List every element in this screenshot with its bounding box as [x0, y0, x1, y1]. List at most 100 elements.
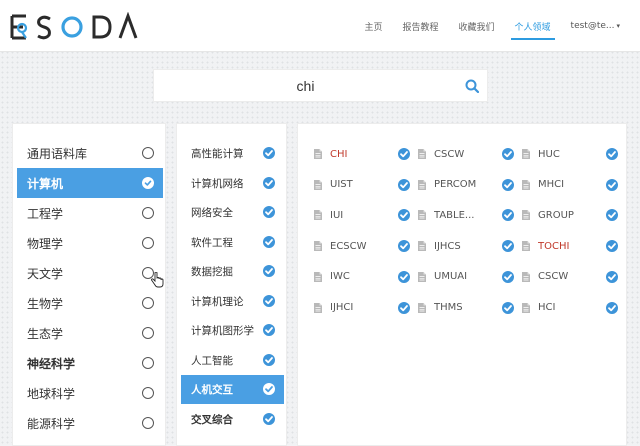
check-circle-icon[interactable] — [263, 294, 275, 307]
field-item[interactable]: 计算机 — [17, 168, 163, 198]
venue-item[interactable]: CHI — [314, 144, 410, 164]
venue-item[interactable]: MHCI — [522, 175, 618, 195]
check-circle-icon[interactable] — [398, 270, 410, 283]
venue-item[interactable]: IWC — [314, 267, 410, 287]
nav-personal-field[interactable]: 个人领域 — [505, 0, 561, 52]
venue-name: TOCHI — [538, 240, 570, 252]
radio-icon[interactable] — [142, 417, 154, 429]
field-item-label: 生态学 — [27, 326, 64, 341]
check-circle-icon[interactable] — [263, 412, 275, 425]
venue-name: PERCOM — [434, 179, 477, 191]
venue-item[interactable]: ECSCW — [314, 236, 410, 256]
field-item[interactable]: 神经科学 — [17, 348, 163, 378]
venue-name: HUC — [538, 148, 560, 160]
check-circle-icon[interactable] — [398, 240, 410, 253]
check-circle-icon[interactable] — [606, 240, 618, 253]
venue-name: IUI — [330, 209, 344, 221]
check-circle-icon[interactable] — [502, 209, 514, 222]
venue-item[interactable]: IJHCI — [314, 298, 410, 318]
radio-icon[interactable] — [142, 297, 154, 309]
check-circle-icon[interactable] — [502, 148, 514, 160]
subfield-item-label: 计算机图形学 — [191, 325, 254, 337]
check-circle-icon[interactable] — [263, 206, 275, 218]
check-circle-icon[interactable] — [502, 240, 514, 253]
check-circle-icon[interactable] — [606, 209, 618, 222]
venue-item[interactable]: THMS — [418, 298, 514, 318]
check-circle-icon[interactable] — [606, 270, 618, 283]
check-circle-icon[interactable] — [502, 178, 514, 191]
subfield-item[interactable]: 人工智能 — [181, 346, 284, 375]
search-bar[interactable]: chi — [153, 69, 488, 102]
subfield-item-label: 计算机网络 — [191, 177, 244, 190]
check-circle-icon[interactable] — [263, 383, 275, 395]
search-icon[interactable] — [457, 70, 487, 101]
check-circle-icon[interactable] — [263, 176, 275, 189]
check-circle-icon[interactable] — [263, 235, 275, 248]
field-item[interactable]: 物理学 — [17, 228, 163, 258]
nav-home[interactable]: 主页 — [354, 0, 392, 52]
search-input[interactable]: chi — [154, 78, 457, 94]
check-circle-icon[interactable] — [502, 301, 514, 314]
nav-tutorial[interactable]: 报告教程 — [393, 0, 449, 52]
field-item-label: 天文学 — [27, 266, 64, 281]
subfield-item[interactable]: 人机交互 — [181, 375, 284, 404]
venue-item[interactable]: GROUP — [522, 205, 618, 225]
venue-item[interactable]: IJHCS — [418, 236, 514, 256]
radio-icon[interactable] — [142, 357, 154, 369]
check-circle-icon[interactable] — [606, 178, 618, 191]
radio-checked-icon[interactable] — [142, 177, 154, 189]
field-item[interactable]: 地球科学 — [17, 378, 163, 408]
venue-item[interactable]: HUC — [522, 144, 618, 164]
venue-item[interactable]: TABLE... — [418, 205, 514, 225]
document-icon — [418, 210, 426, 221]
field-item[interactable]: 工程学 — [17, 198, 163, 228]
check-circle-icon[interactable] — [606, 148, 618, 160]
check-circle-icon[interactable] — [398, 209, 410, 222]
field-item[interactable]: 能源科学 — [17, 408, 163, 438]
venue-item[interactable]: HCI — [522, 298, 618, 318]
field-item[interactable]: 天文学 — [17, 258, 163, 288]
document-icon — [522, 271, 530, 282]
check-circle-icon[interactable] — [502, 270, 514, 283]
document-icon — [314, 210, 322, 221]
check-circle-icon[interactable] — [263, 324, 275, 336]
check-circle-icon[interactable] — [398, 178, 410, 191]
venue-item[interactable]: UIST — [314, 175, 410, 195]
radio-icon[interactable] — [142, 147, 154, 159]
radio-icon[interactable] — [142, 387, 154, 399]
venue-item[interactable]: PERCOM — [418, 175, 514, 195]
venue-name: HCI — [538, 302, 556, 313]
radio-icon[interactable] — [142, 207, 154, 219]
field-item[interactable]: 生态学 — [17, 318, 163, 348]
subfield-item[interactable]: 数据挖掘 — [181, 257, 284, 286]
check-circle-icon[interactable] — [263, 147, 275, 159]
document-icon — [418, 271, 426, 282]
radio-icon[interactable] — [142, 327, 154, 339]
radio-icon[interactable] — [142, 237, 154, 249]
venue-name: CSCW — [434, 148, 465, 160]
venue-item[interactable]: CSCW — [418, 144, 514, 164]
check-circle-icon[interactable] — [398, 148, 410, 160]
subfield-item[interactable]: 网络安全 — [181, 198, 284, 227]
document-icon — [522, 210, 530, 221]
venue-name: UMUAI — [434, 271, 468, 283]
check-circle-icon[interactable] — [263, 265, 275, 277]
subfield-item[interactable]: 软件工程 — [181, 228, 284, 257]
venue-item[interactable]: TOCHI — [522, 236, 618, 256]
esoda-logo[interactable] — [10, 12, 138, 42]
user-menu[interactable]: test@te... ▾ — [561, 0, 630, 52]
venue-item[interactable]: CSCW — [522, 267, 618, 287]
field-item[interactable]: 生物学 — [17, 288, 163, 318]
check-circle-icon[interactable] — [398, 301, 410, 314]
subfield-item[interactable]: 计算机理论 — [181, 287, 284, 316]
venue-item[interactable]: UMUAI — [418, 267, 514, 287]
subfield-item[interactable]: 交叉综合 — [181, 405, 284, 434]
venue-item[interactable]: IUI — [314, 205, 410, 225]
check-circle-icon[interactable] — [606, 301, 618, 314]
subfield-item[interactable]: 计算机图形学 — [181, 316, 284, 345]
subfield-item[interactable]: 计算机网络 — [181, 169, 284, 198]
subfield-item[interactable]: 高性能计算 — [181, 139, 284, 168]
field-item[interactable]: 通用语料库 — [17, 138, 163, 168]
nav-bookmark[interactable]: 收藏我们 — [449, 0, 505, 52]
check-circle-icon[interactable] — [263, 353, 275, 366]
